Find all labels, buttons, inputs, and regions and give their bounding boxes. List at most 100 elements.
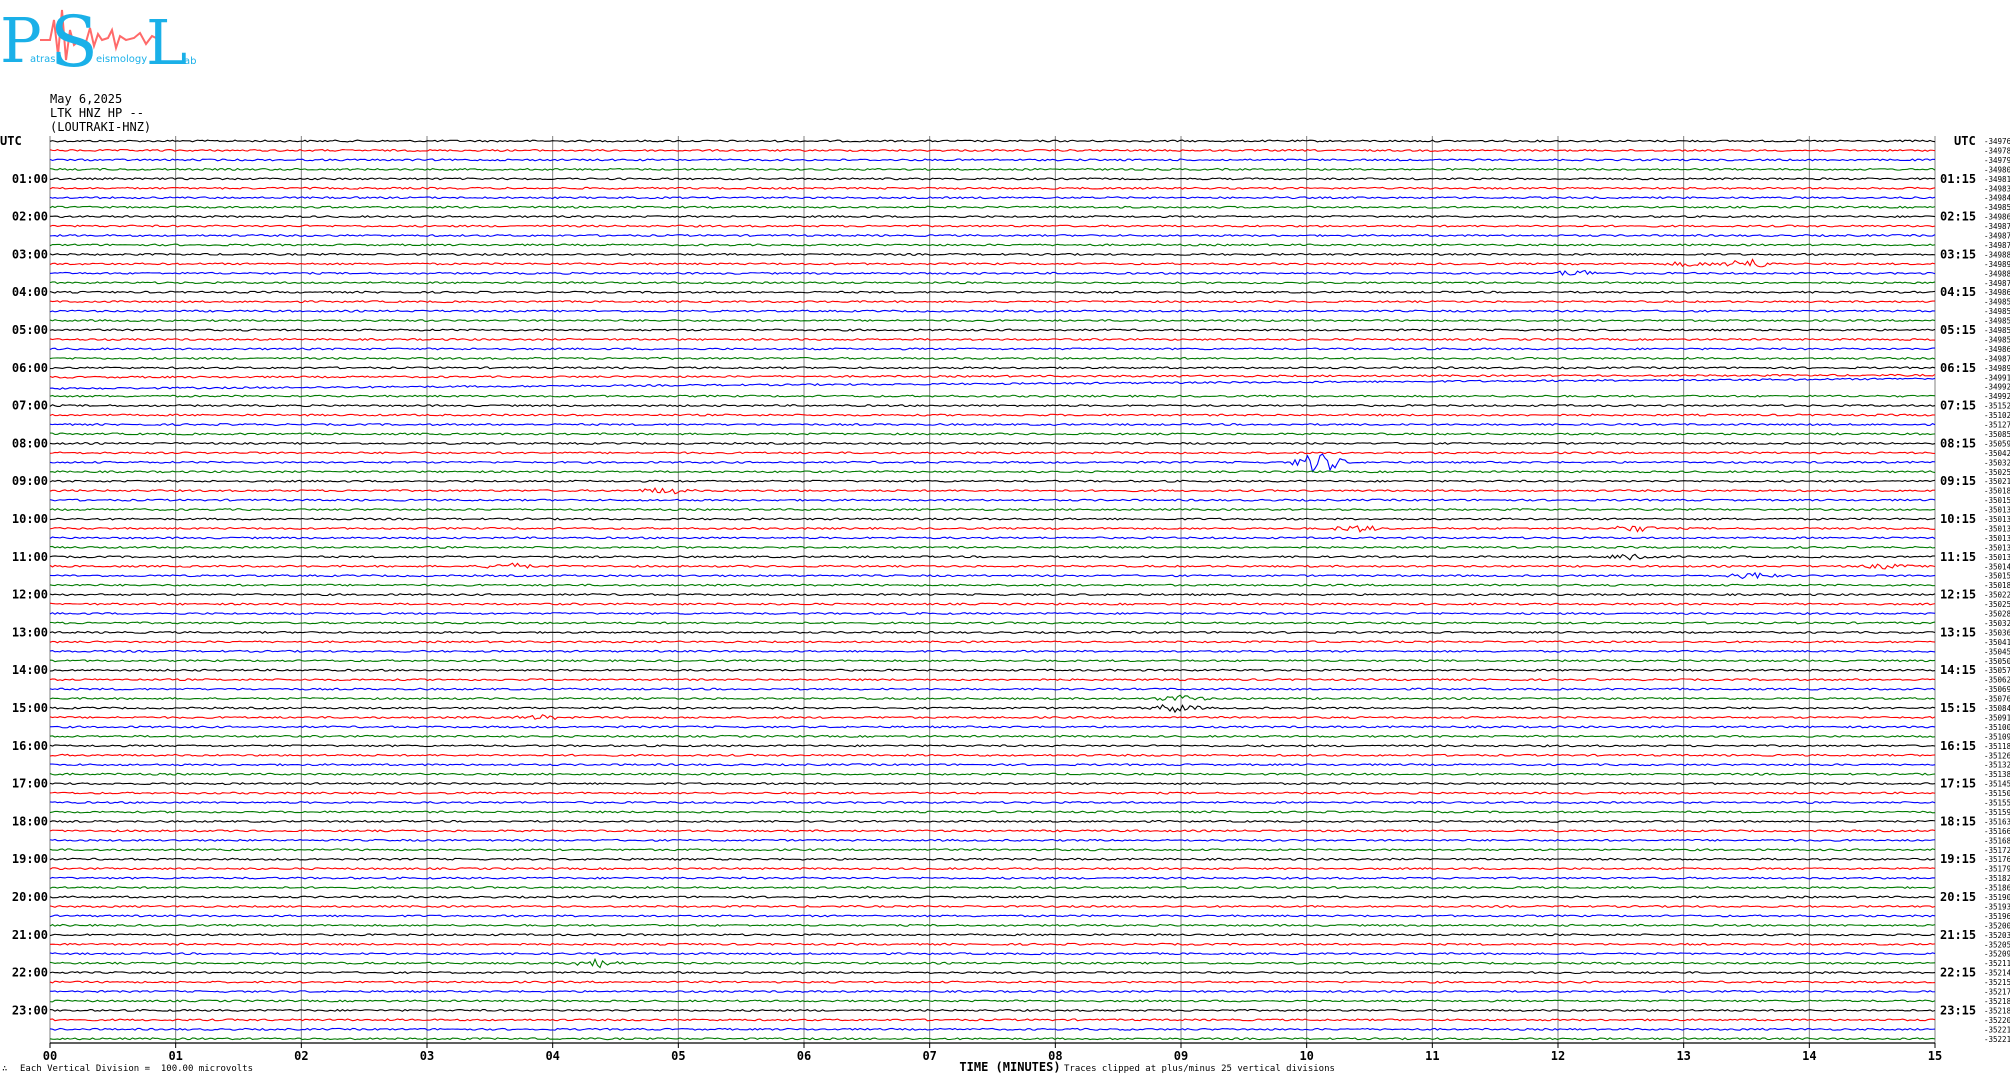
right-hour-label: 10:15 — [1940, 512, 1976, 526]
corner-mark: ∴ — [2, 1064, 8, 1074]
trace-line-64 — [49, 734, 1936, 738]
left-hour-label: 16:00 — [12, 739, 48, 753]
trace-line-50 — [49, 602, 1936, 606]
trace-offset-label: -34980 — [1984, 165, 2010, 174]
trace-offset-label: -34985 — [1984, 203, 2010, 212]
trace-offset-label: -35021 — [1984, 477, 2010, 486]
trace-offset-label: -34987 — [1984, 354, 2010, 363]
trace-offset-label: -35013 — [1984, 534, 2010, 543]
trace-line-63 — [49, 725, 1936, 729]
trace-offset-label: -34985 — [1984, 317, 2010, 326]
left-hour-label: 15:00 — [12, 701, 48, 715]
x-tick-label: 02 — [294, 1049, 308, 1063]
trace-line-22 — [49, 337, 1936, 341]
trace-offset-label: -35109 — [1984, 732, 2010, 741]
trace-line-83 — [49, 914, 1936, 918]
left-hour-label: 18:00 — [12, 814, 48, 828]
trace-offset-label: -35205 — [1984, 940, 2010, 949]
trace-line-20 — [49, 319, 1936, 323]
left-hour-label: 14:00 — [12, 663, 48, 677]
left-hour-label: 13:00 — [12, 625, 48, 639]
trace-line-25 — [49, 366, 1936, 370]
trace-offset-label: -35013 — [1984, 543, 2010, 552]
trace-line-45 — [49, 553, 1936, 561]
trace-offset-label: -34985 — [1984, 326, 2010, 335]
left-hour-label: 12:00 — [12, 588, 48, 602]
right-hour-label: 09:15 — [1940, 474, 1976, 488]
trace-offset-label: -34986 — [1984, 213, 2010, 222]
trace-offset-label: -34985 — [1984, 298, 2010, 307]
x-axis-label: TIME (MINUTES) — [959, 1060, 1060, 1074]
trace-line-9 — [50, 215, 1936, 219]
trace-line-37 — [49, 479, 1936, 483]
trace-offset-label: -35022 — [1984, 591, 2010, 600]
trace-line-23 — [49, 347, 1936, 351]
trace-line-66 — [49, 753, 1936, 757]
right-hour-label: 01:15 — [1940, 172, 1976, 186]
trace-line-61 — [49, 704, 1936, 714]
trace-line-3 — [49, 158, 1936, 162]
trace-offset-label: -35221 — [1984, 1025, 2010, 1034]
x-tick-label: 10 — [1299, 1049, 1313, 1063]
left-hour-label: 17:00 — [12, 777, 48, 791]
trace-line-72 — [49, 810, 1936, 814]
trace-offset-label: -34979 — [1984, 156, 2010, 165]
trace-offset-label: -35015 — [1984, 496, 2010, 505]
trace-offset-labels: -34976-34978-34979-34980-34981-34983-349… — [1984, 137, 2010, 1044]
trace-offset-label: -35179 — [1984, 865, 2010, 874]
trace-line-71 — [49, 801, 1936, 805]
trace-offset-label: -35025 — [1984, 468, 2010, 477]
trace-line-90 — [49, 980, 1936, 984]
left-hour-label: 20:00 — [12, 890, 48, 904]
clipping-note: Traces clipped at plus/minus 25 vertical… — [1064, 1064, 1335, 1074]
trace-offset-label: -35041 — [1984, 638, 2010, 647]
trace-line-8 — [49, 205, 1936, 209]
trace-offset-label: -35182 — [1984, 874, 2010, 883]
trace-offset-label: -35028 — [1984, 610, 2010, 619]
trace-line-39 — [49, 498, 1936, 502]
trace-offset-label: -34978 — [1984, 146, 2010, 155]
trace-line-4 — [49, 167, 1936, 171]
trace-line-69 — [49, 782, 1936, 786]
trace-offset-label: -35091 — [1984, 713, 2010, 722]
trace-line-81 — [49, 895, 1936, 899]
trace-line-56 — [49, 659, 1936, 663]
trace-offset-label: -35032 — [1984, 458, 2010, 467]
trace-offset-label: -35126 — [1984, 751, 2010, 760]
trace-line-1 — [49, 139, 1936, 143]
trace-offset-label: -35209 — [1984, 950, 2010, 959]
trace-line-16 — [49, 281, 1936, 285]
trace-offset-label: -35186 — [1984, 884, 2010, 893]
trace-line-35 — [49, 453, 1936, 473]
right-axis-title: UTC — [1954, 134, 1976, 148]
trace-offset-label: -34992 — [1984, 383, 2010, 392]
trace-line-10 — [49, 224, 1936, 228]
trace-line-57 — [49, 668, 1936, 672]
left-hour-label: 05:00 — [12, 323, 48, 337]
trace-line-93 — [49, 1008, 1936, 1012]
left-hour-label: 09:00 — [12, 474, 48, 488]
right-hour-label: 02:15 — [1940, 210, 1976, 224]
trace-line-76 — [49, 848, 1936, 852]
trace-line-41 — [49, 517, 1936, 521]
trace-offset-label: -34983 — [1984, 184, 2010, 193]
x-tick-label: 15 — [1928, 1049, 1942, 1063]
trace-offset-label: -35018 — [1984, 581, 2010, 590]
trace-offset-label: -34985 — [1984, 307, 2010, 316]
x-tick-label: 06 — [797, 1049, 811, 1063]
trace-offset-label: -35045 — [1984, 647, 2010, 656]
trace-line-11 — [49, 233, 1936, 238]
trace-offset-label: -35211 — [1984, 959, 2010, 968]
right-hour-label: 23:15 — [1940, 1003, 1976, 1017]
trace-line-92 — [49, 999, 1936, 1003]
trace-offset-label: -35013 — [1984, 515, 2010, 524]
left-utc-axis: UTC 01:00 02:00 03:00 04:00 05:00 06:00 07:00 08… — [0, 134, 48, 1017]
left-hour-label: 22:00 — [12, 966, 48, 980]
left-hour-label: 08:00 — [12, 436, 48, 450]
trace-line-62 — [49, 714, 1936, 721]
x-tick-label: 09 — [1174, 1049, 1188, 1063]
trace-line-79 — [49, 876, 1936, 880]
trace-offset-label: -35172 — [1984, 846, 2010, 855]
trace-line-91 — [49, 989, 1936, 994]
trace-line-28 — [49, 394, 1936, 398]
